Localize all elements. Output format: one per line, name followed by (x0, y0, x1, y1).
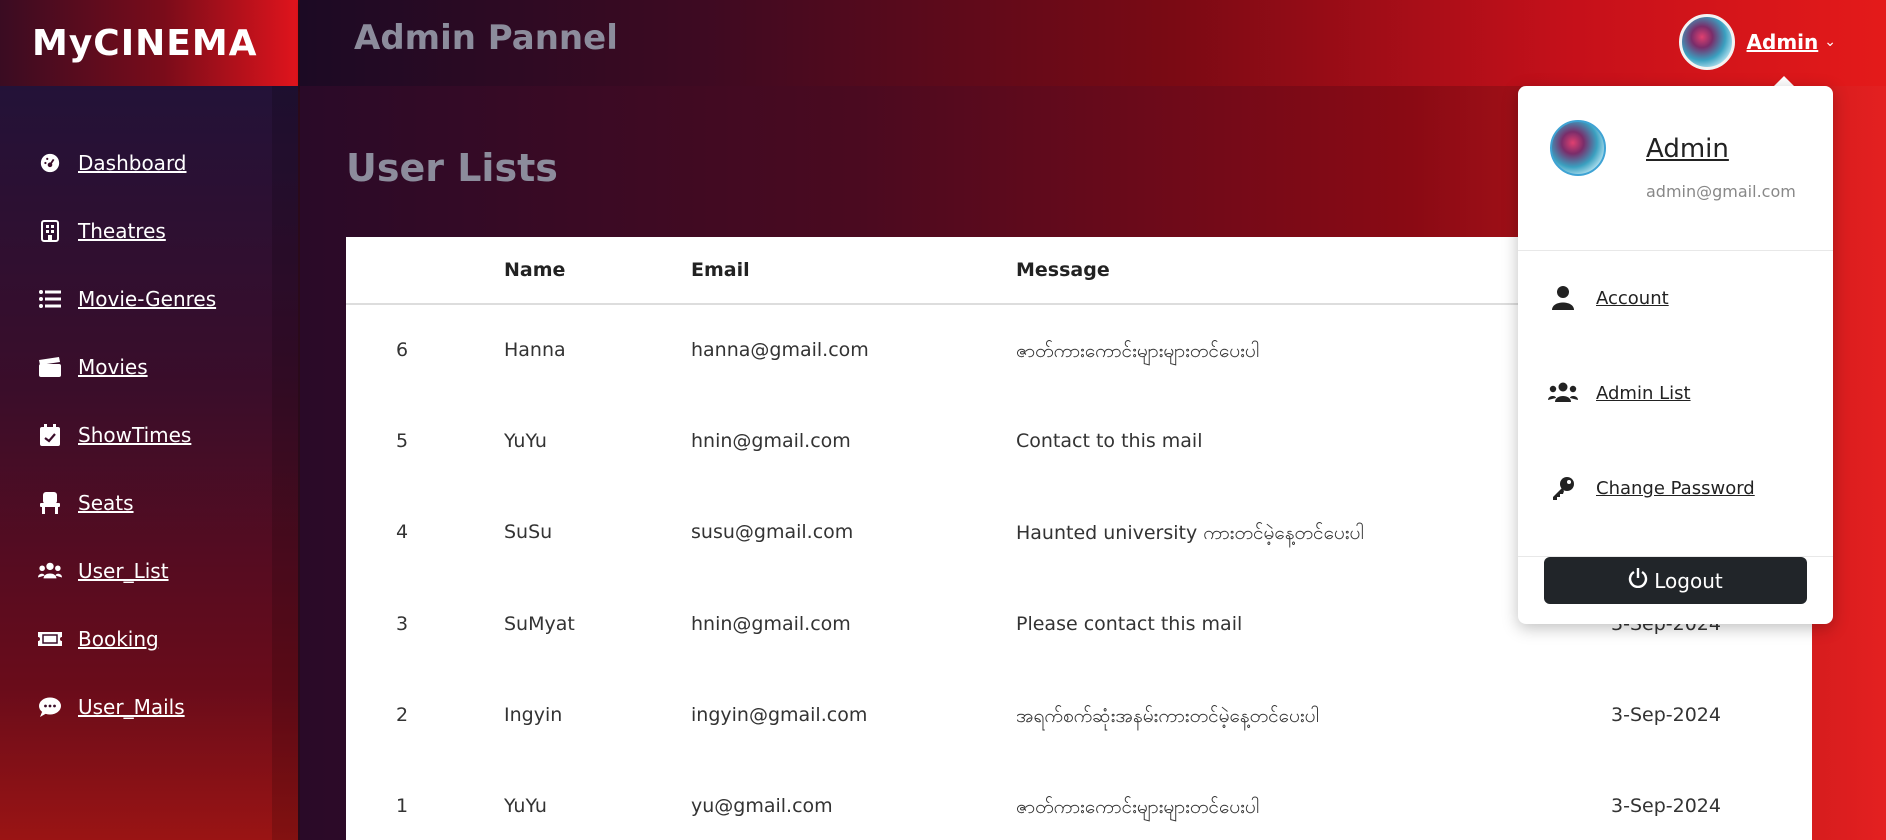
row-id: 1 (396, 795, 409, 817)
sidebar-item-showtimes[interactable]: ShowTimes (38, 423, 191, 447)
menu-item-label: Account (1596, 287, 1669, 309)
row-message: Please contact this mail (1016, 613, 1243, 635)
table-row: 1 YuYu yu@gmail.com ဇာတ်ကားကောင်းများမျာ… (346, 761, 1812, 840)
menu-item-admin-list[interactable]: Admin List (1548, 379, 1691, 407)
column-header-message: Message (1016, 259, 1110, 281)
sidebar-item-movie-genres[interactable]: Movie-Genres (38, 287, 216, 311)
sidebar-item-user-list[interactable]: User_List (38, 559, 169, 583)
menu-item-label: Admin List (1596, 382, 1691, 404)
users-icon (1548, 379, 1578, 407)
row-date: 3-Sep-2024 (1611, 704, 1721, 726)
row-message: ဇာတ်ကားကောင်းများများတင်ပေးပါ (1016, 796, 1260, 818)
sidebar-item-movies[interactable]: Movies (38, 355, 148, 379)
clapperboard-icon (38, 355, 62, 379)
row-email: ingyin@gmail.com (691, 704, 868, 726)
dashboard-icon (38, 151, 62, 175)
sidebar-item-user-mails[interactable]: User_Mails (38, 695, 185, 719)
row-name: YuYu (504, 430, 547, 452)
row-id: 5 (396, 430, 409, 452)
column-header-email: Email (691, 259, 750, 281)
column-header-name: Name (504, 259, 566, 281)
header-user-name[interactable]: Admin (1747, 30, 1819, 54)
chair-icon (38, 491, 62, 515)
sidebar-item-label: ShowTimes (78, 423, 192, 447)
row-email: yu@gmail.com (691, 795, 833, 817)
page-title: User Lists (346, 146, 558, 190)
sidebar-item-label: Booking (78, 627, 159, 651)
table-row: 2 Ingyin ingyin@gmail.com အရက်စက်ဆုံးအနမ… (346, 670, 1812, 762)
sidebar-item-label: Movie-Genres (78, 287, 217, 311)
dropdown-user-email: admin@gmail.com (1646, 182, 1796, 201)
comment-icon (38, 695, 62, 719)
row-name: Hanna (504, 339, 566, 361)
ticket-icon (38, 627, 62, 651)
brand-logo[interactable]: MyCINEMA (32, 23, 258, 64)
chevron-down-icon[interactable]: ⌄ (1824, 34, 1836, 50)
row-id: 2 (396, 704, 409, 726)
power-icon (1628, 568, 1648, 593)
row-name: Ingyin (504, 704, 563, 726)
sidebar-item-label: Theatres (78, 219, 166, 243)
row-email: susu@gmail.com (691, 521, 854, 543)
avatar[interactable] (1678, 14, 1735, 70)
menu-item-change-password[interactable]: Change Password (1548, 474, 1755, 502)
row-id: 6 (396, 339, 409, 361)
row-message: Haunted university ကားတင်မဲ့နေ့တင်ပေးပါ (1016, 522, 1364, 544)
sidebar-item-label: User_List (78, 559, 169, 583)
row-name: SuMyat (504, 613, 575, 635)
top-header: Admin Pannel Admin ⌄ (300, 0, 1886, 86)
divider (1518, 250, 1833, 251)
list-icon (38, 287, 62, 311)
avatar (1550, 120, 1606, 176)
row-name: SuSu (504, 521, 553, 543)
logout-button[interactable]: Logout (1544, 557, 1807, 604)
user-dropdown-menu: Admin admin@gmail.com Account Admin List… (1518, 86, 1833, 624)
sidebar-item-label: Movies (78, 355, 148, 379)
key-icon (1548, 474, 1578, 502)
row-email: hnin@gmail.com (691, 613, 851, 635)
row-id: 4 (396, 521, 409, 543)
row-id: 3 (396, 613, 409, 635)
row-email: hnin@gmail.com (691, 430, 851, 452)
row-message: Contact to this mail (1016, 430, 1203, 452)
sidebar-item-dashboard[interactable]: Dashboard (38, 151, 187, 175)
dropdown-user-name[interactable]: Admin (1646, 134, 1729, 164)
sidebar-item-theatres[interactable]: Theatres (38, 219, 166, 243)
row-message: အရက်စက်ဆုံးအနမ်းကားတင်မဲ့နေ့တင်ပေးပါ (1016, 705, 1319, 727)
brand-logo-area[interactable]: MyCINEMA (0, 0, 298, 86)
logout-label: Logout (1654, 568, 1723, 593)
sidebar-item-booking[interactable]: Booking (38, 627, 159, 651)
sidebar-scroll-strip (272, 86, 298, 840)
building-icon (38, 219, 62, 243)
sidebar-item-seats[interactable]: Seats (38, 491, 134, 515)
calendar-check-icon (38, 423, 62, 447)
user-icon (1548, 284, 1578, 312)
page-header-title: Admin Pannel (354, 18, 618, 58)
users-icon (38, 559, 62, 583)
row-date: 3-Sep-2024 (1611, 795, 1721, 817)
row-message: ဇာတ်ကားကောင်းများများတင်ပေးပါ (1016, 340, 1260, 362)
sidebar (0, 86, 298, 840)
menu-item-account[interactable]: Account (1548, 284, 1669, 312)
menu-item-label: Change Password (1596, 477, 1755, 499)
header-user-menu[interactable]: Admin ⌄ (1678, 14, 1836, 70)
sidebar-item-label: User_Mails (78, 695, 185, 719)
row-email: hanna@gmail.com (691, 339, 869, 361)
sidebar-item-label: Dashboard (78, 151, 187, 175)
row-name: YuYu (504, 795, 547, 817)
sidebar-item-label: Seats (78, 491, 134, 515)
